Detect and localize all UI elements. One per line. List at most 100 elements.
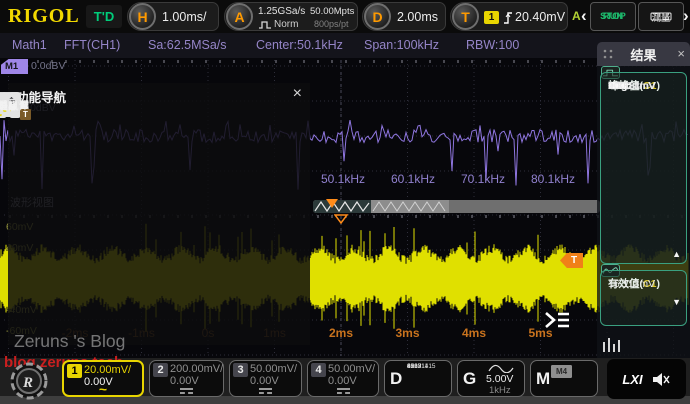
pulse-icon [258,20,272,30]
channel-3-box[interactable]: 350.00mV/0.00V [229,360,302,397]
sample-rate: 1.25GSa/s [258,6,305,17]
delay-knob[interactable]: D [364,3,391,30]
status-item: RBW:100 [466,38,519,52]
trigger-armed-indicator: A [572,9,581,23]
channel-scale: 50.00mV/ [250,363,297,375]
horizontal-group[interactable]: H 1.00ms/ [127,2,219,31]
digital-channels-box[interactable]: D 0123456789101112131415 [384,360,452,397]
channel-1-box[interactable]: 120.00mV/0.00V~ [62,360,144,397]
measure-button-label: 测量 [651,10,670,24]
close-icon[interactable]: × [677,46,685,61]
channel-2-box[interactable]: 2200.00mV/0.00V [149,360,224,397]
results-header[interactable]: 结果 × [597,42,690,66]
fft-top-scale-label: 0.0dBV [31,60,65,72]
trigger-knob[interactable]: T [452,3,479,30]
bottom-channel-bar: blog.zeruns.tech R 120.00mV/0.00V~2200.0… [0,358,690,404]
watermark-text: Zeruns 's Blog [14,331,125,352]
drag-handle-icon[interactable] [602,48,614,60]
trigger-source-badge: 1 [484,11,499,24]
waveform-menu-expand-icon[interactable] [543,310,571,330]
math-label: M [536,369,550,389]
overview-position-marker[interactable] [326,199,338,208]
channel-scale: 50.00mV/ [328,363,375,375]
time-label: 2ms [329,326,353,340]
histogram-mini-icon[interactable] [601,336,621,359]
status-item: Span:100kHz [364,38,439,52]
top-toolbar: RIGOL T'D H 1.00ms/ A 1.25GSa/s Norm 50.… [0,0,690,33]
waveform-overview-scrollbar[interactable] [313,200,600,213]
generator-frequency: 1kHz [489,385,511,396]
math-box[interactable]: M M1M3M2M4 [530,360,598,397]
nav-right-chevron[interactable]: › [683,6,689,26]
math-button-M4[interactable]: M4 [551,365,572,378]
acquire-knob[interactable]: A [226,3,253,30]
fft-freq-label: 50.1kHz [321,172,365,186]
ac-coupling-icon: ~ [64,384,142,395]
trigger-status-badge: T'D [86,5,122,28]
oscilloscope-screen: M1 0.0dBV -60.0dBV 波形视图 60mV40mV-40mV-60… [0,0,690,404]
digital-bit: 13 [414,363,421,371]
trigger-level: 20.40mV [515,10,565,24]
function-navigation-menu: 功能导航 × 测量直方图AB光标多窗口数学运算XY参考波形1234频率计电压表解… [8,83,310,345]
time-label: 4ms [462,326,486,340]
math-status-bar: Math1 FFT(CH1) Sa:62.5MSa/s Center:50.1kHz S… [0,33,690,58]
acquire-group[interactable]: A 1.25GSa/s Norm 50.00Mpts 800ps/pt [224,2,358,31]
dc-coupling-icon [308,385,378,396]
menu-grid: 测量直方图AB光标多窗口数学运算XY参考波形1234频率计电压表解码通过测试fc… [8,105,310,345]
lxi-label: LXI [622,372,642,387]
measurement-stat-value: 16.113mV [608,278,655,291]
measure-button[interactable]: 测量 [638,2,684,31]
sine-icon [488,364,514,373]
channel-number-badge: 2 [153,363,168,377]
generator-label: G [463,369,476,389]
channel-4-box[interactable]: 450.00mV/0.00V [307,360,379,397]
svg-text:R: R [22,375,33,391]
measurement-card-峰峰值[interactable]: 峰峰值(C1)Cur:*****Avg:118.14mVMax:149.31mV… [600,72,687,264]
channel-scale: 200.00mV/ [170,363,223,375]
delay-group[interactable]: D 2.00ms [362,2,446,31]
overview-pattern [371,200,449,213]
fft-freq-label: 70.1kHz [461,172,505,186]
menu-item-label: 关机 [0,98,19,113]
fft-freq-label: 80.1kHz [531,172,575,186]
generator-amplitude: 5.00V [486,373,513,385]
rigol-gear-logo: R [4,359,54,403]
results-body: 峰峰值(C1)Cur:*****Avg:118.14mVMax:149.31mV… [597,66,690,358]
delay-value: 2.00ms [397,10,438,24]
trigger-group[interactable]: T 1 20.40mV [450,2,568,31]
digital-bit-row: 12131415 [407,363,435,371]
overview-window[interactable] [313,200,371,213]
acquire-mode: Norm [274,19,298,30]
digital-bit: 12 [407,363,414,371]
stop-run-button[interactable]: STOP RUN [590,2,636,31]
horizontal-scale: 1.00ms/ [162,10,206,24]
time-label: 3ms [395,326,419,340]
trigger-position-marker[interactable] [334,214,350,225]
horizontal-knob[interactable]: H [129,3,156,30]
fft-freq-label: 60.1kHz [391,172,435,186]
rigol-logo: RIGOL [8,5,80,28]
digital-bit: 15 [428,363,435,371]
channel-number-badge: 4 [311,363,326,377]
status-item: Math1 [12,38,47,52]
speaker-muted-icon[interactable] [651,371,671,387]
dc-coupling-icon [230,385,301,396]
collapse-icon[interactable]: ▲ [672,249,681,259]
status-item: FFT(CH1) [64,38,120,52]
nav-left-chevron[interactable]: ‹ [581,6,587,26]
status-item: Center:50.1kHz [256,38,343,52]
lxi-status-box[interactable]: LXI [607,359,686,399]
generator-box[interactable]: G 5.00V 1kHz [457,360,525,397]
measurement-card-有效值[interactable]: 有效值(C1)16.113mV▼ [600,270,687,326]
expand-icon[interactable]: ▼ [672,297,681,307]
channel-scale: 20.00mV/ [84,364,131,376]
channel-number-badge: 1 [67,364,82,378]
sample-resolution: 800ps/pt [314,19,349,29]
run-label: RUN [591,11,635,22]
channel-number-badge: 3 [233,363,248,377]
close-icon[interactable]: × [293,85,302,103]
measurement-stat-value: 1000 [608,80,631,93]
rising-edge-icon [502,10,514,26]
status-item: Sa:62.5MSa/s [148,38,227,52]
digital-label: D [390,369,402,389]
